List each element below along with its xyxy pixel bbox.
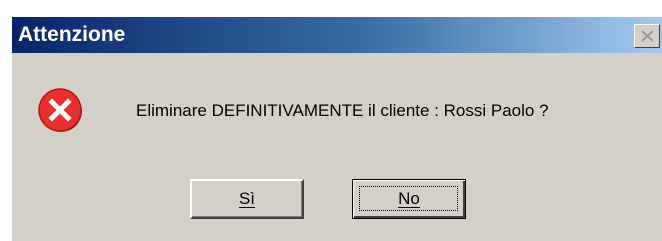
dialog-title: Attenzione — [18, 23, 126, 46]
close-button[interactable] — [634, 24, 660, 48]
close-icon — [641, 30, 654, 42]
no-button[interactable]: No — [352, 179, 466, 219]
yes-button-label: Sì — [238, 189, 256, 208]
dialog-message: Eliminare DEFINITIVAMENTE il cliente : R… — [136, 101, 549, 120]
error-icon — [38, 88, 82, 132]
confirmation-dialog: Attenzione Eliminare DEFINITIVAMENTE il … — [10, 15, 662, 241]
yes-button[interactable]: Sì — [190, 179, 304, 219]
no-button-label: No — [398, 189, 420, 208]
title-bar: Attenzione — [12, 17, 662, 53]
